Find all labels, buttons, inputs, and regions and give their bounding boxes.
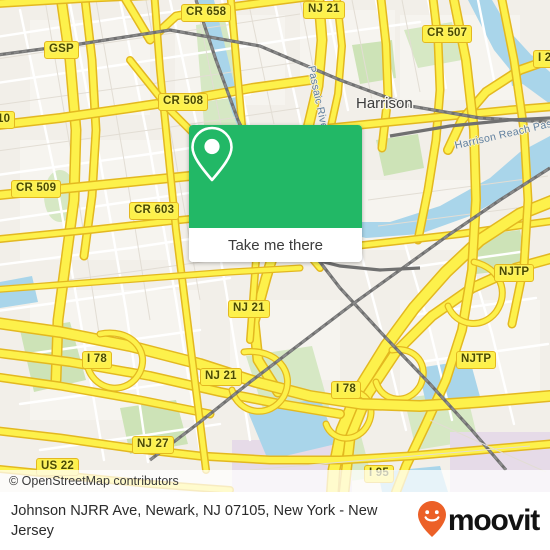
address-text: Johnson NJRR Ave, Newark, NJ 07105, New … xyxy=(11,503,378,539)
shield-nj-21-mid: NJ 21 xyxy=(228,300,270,318)
take-me-there-label: Take me there xyxy=(227,236,324,254)
shield-gsp: GSP xyxy=(44,41,79,59)
moovit-logo[interactable]: moovit xyxy=(417,500,550,543)
shield-cr-507: CR 507 xyxy=(422,25,473,43)
shield-nj-27: NJ 27 xyxy=(132,436,174,454)
screenshot-root: .land { fill:#f2efe9; } .block { fill:#f… xyxy=(0,0,550,550)
shield-cr-508: CR 508 xyxy=(158,93,209,111)
shield-i-78-left: I 78 xyxy=(82,351,112,369)
moovit-wordmark: moovit xyxy=(447,504,540,537)
map-attribution[interactable]: © OpenStreetMap contributors xyxy=(0,470,550,492)
shield-cr-603: CR 603 xyxy=(129,202,180,220)
location-card[interactable]: Take me there xyxy=(189,125,362,262)
shield-njtp-lower: NJTP xyxy=(456,351,497,369)
shield-nj-21-top: NJ 21 xyxy=(303,1,345,19)
shield-i-78-right: I 78 xyxy=(331,381,361,399)
shield-i-280-left: 10 xyxy=(0,111,16,129)
footer-bar: Johnson NJRR Ave, Newark, NJ 07105, New … xyxy=(0,492,550,550)
shield-cr-658: CR 658 xyxy=(181,4,232,22)
attribution-text: © OpenStreetMap contributors xyxy=(9,474,179,488)
take-me-there-button[interactable]: Take me there xyxy=(189,228,362,262)
card-image-area xyxy=(189,125,362,228)
shield-njtp-upper: NJTP xyxy=(494,264,535,282)
shield-cr-509: CR 509 xyxy=(11,180,62,198)
map-canvas[interactable]: .land { fill:#f2efe9; } .block { fill:#f… xyxy=(0,0,550,492)
shield-i-280-right: I 2 xyxy=(533,50,550,68)
place-label-harrison: Harrison xyxy=(356,95,413,112)
shield-nj-21-lower: NJ 21 xyxy=(200,368,242,386)
moovit-smiley-pin-icon xyxy=(417,500,447,543)
